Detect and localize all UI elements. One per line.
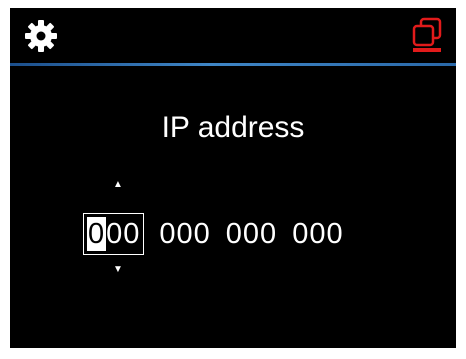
decrement-arrow-icon[interactable]: ▼ [113,265,123,275]
device-screen: IP address ▲ 0 00 000 000 000 ▼ [10,8,456,348]
increment-arrow-icon[interactable]: ▲ [113,180,123,190]
ip-octet-2[interactable]: 000 [159,217,210,251]
ip-octet-4[interactable]: 000 [292,217,343,251]
page-title: IP address [161,111,305,144]
ip-octet-1-active[interactable]: 0 00 [83,213,145,255]
ip-octet-3[interactable]: 000 [226,217,277,251]
ip-address-editor: 0 00 000 000 000 [83,213,344,255]
top-bar [10,8,456,63]
window-stack-icon[interactable] [410,16,444,54]
header-divider [10,63,456,66]
octet-1-rest: 00 [106,218,141,250]
digit-cursor[interactable]: 0 [87,217,107,251]
gear-icon[interactable] [23,18,59,54]
